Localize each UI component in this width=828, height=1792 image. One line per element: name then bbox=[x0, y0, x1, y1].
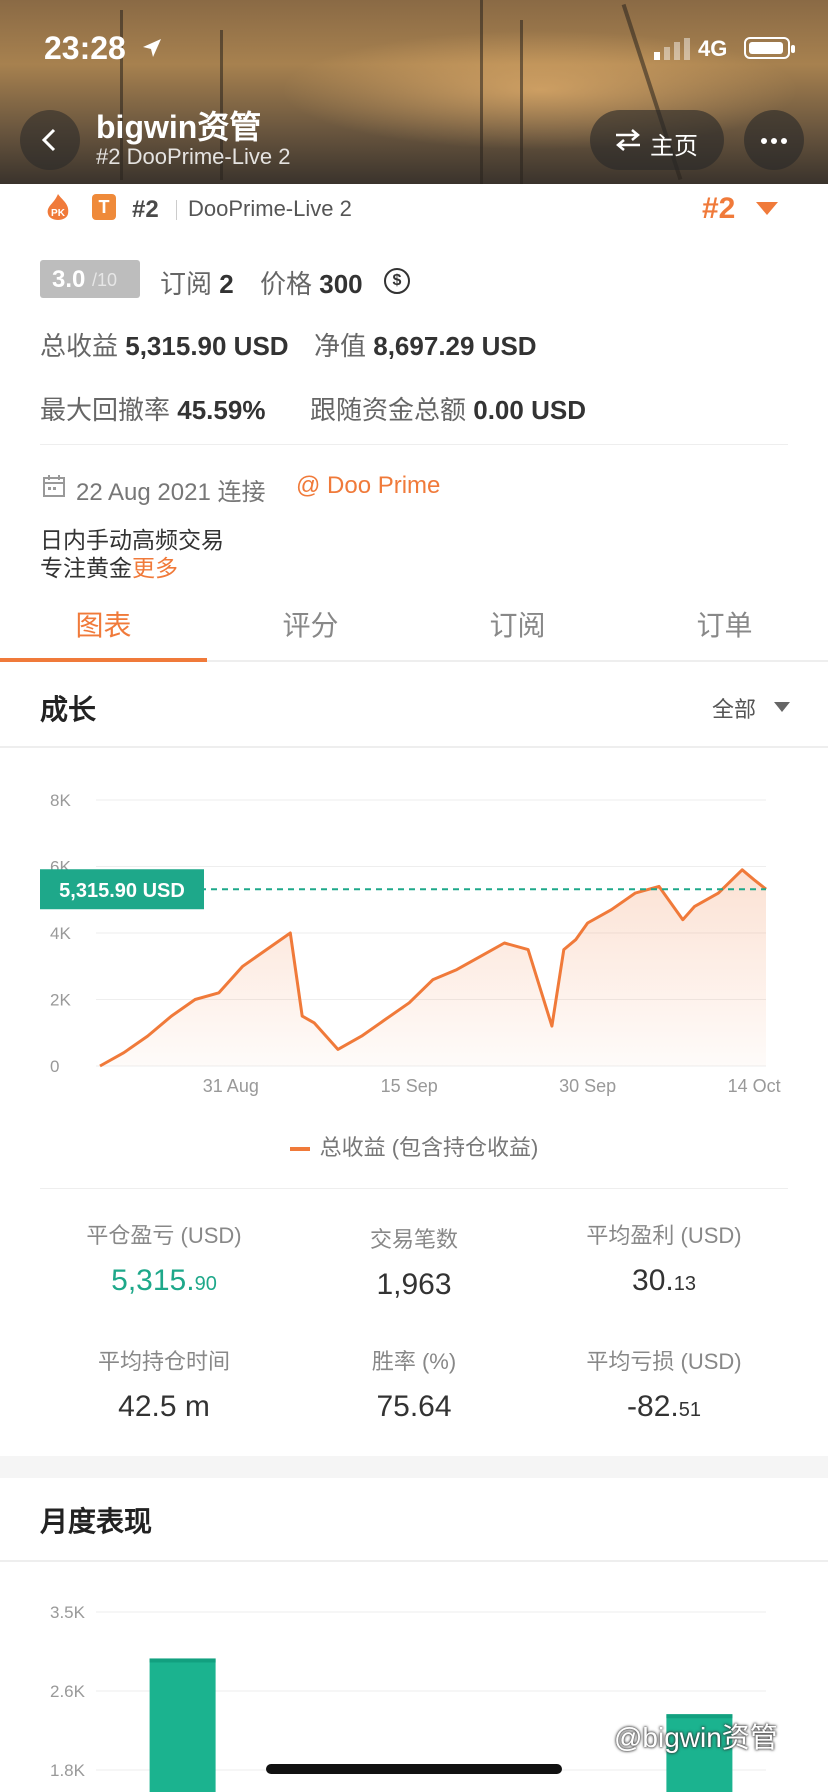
growth-title: 成长 bbox=[40, 694, 97, 725]
legend-label: 总收益 (包含持仓收益) bbox=[319, 1135, 539, 1160]
score-badge: 3.0 /10 bbox=[40, 260, 140, 298]
caret-down-icon[interactable] bbox=[774, 702, 790, 712]
growth-chart-svg: 8K6K4K2K031 Aug 15 Sep 30 Sep 14 Oct5,315.9… bbox=[40, 791, 781, 1096]
stat-avg-hold-time: 平均持仓时间 42.5 m bbox=[97, 1349, 230, 1423]
divider bbox=[176, 200, 177, 220]
connect-row: 22 Aug 2021 连接 @ Doo Prime bbox=[40, 470, 800, 506]
price: 价格 300 bbox=[260, 269, 363, 299]
caret-down-icon[interactable] bbox=[756, 202, 778, 215]
account-name: DooPrime-Live 2 bbox=[188, 196, 352, 221]
section-separator bbox=[0, 1456, 828, 1478]
stat-avg-profit: 平均盈利 (USD) 30.13 bbox=[586, 1223, 742, 1297]
status-time: 23:28 bbox=[44, 30, 126, 66]
status-bar: 23:28 4G bbox=[0, 0, 828, 100]
y-tick-label: 0 bbox=[50, 1057, 59, 1076]
divider bbox=[40, 1188, 788, 1189]
stat-closed-pnl: 平仓盈亏 (USD) 5,315.90 bbox=[86, 1223, 242, 1297]
x-tick-label: 14 Oct bbox=[728, 1076, 781, 1096]
tab-orders[interactable]: 订单 bbox=[621, 604, 828, 644]
monthly-header: 月度表现 bbox=[0, 1478, 828, 1562]
max-drawdown: 最大回撤率 45.59% bbox=[40, 395, 266, 425]
svg-text:PK: PK bbox=[51, 208, 66, 219]
equity: 净值 8,697.29 USD bbox=[314, 331, 537, 361]
y-tick-label: 1.8K bbox=[50, 1761, 86, 1780]
trader-badge: T bbox=[92, 194, 116, 220]
total-profit: 总收益 5,315.90 USD bbox=[40, 331, 289, 361]
account-header-row: PK T #2 DooPrime-Live 2 #2 bbox=[0, 190, 828, 230]
page-subtitle: #2 DooPrime-Live 2 bbox=[96, 144, 291, 169]
growth-header: 成长 全部 bbox=[0, 664, 828, 748]
watermark: @bigwin资管 bbox=[614, 1722, 778, 1753]
legend-swatch bbox=[289, 1147, 310, 1152]
network-type: 4G bbox=[698, 36, 728, 61]
y-tick-label: 8K bbox=[50, 791, 71, 810]
more-link[interactable]: 更多 bbox=[132, 555, 178, 581]
y-tick-label: 2.6K bbox=[50, 1682, 86, 1701]
range-filter[interactable]: 全部 bbox=[712, 692, 756, 724]
home-button-label: 主页 bbox=[650, 133, 698, 160]
stat-win-rate: 胜率 (%) 75.64 bbox=[371, 1349, 457, 1423]
home-button[interactable]: 主页 bbox=[590, 110, 724, 170]
location-icon bbox=[143, 39, 161, 57]
broker-link[interactable]: @ Doo Prime bbox=[296, 472, 440, 500]
stat-avg-loss: 平均亏损 (USD) -82.51 bbox=[586, 1349, 742, 1423]
x-tick-label: 31 Aug bbox=[203, 1076, 259, 1096]
more-menu-button[interactable] bbox=[744, 110, 804, 170]
battery-icon bbox=[744, 37, 795, 59]
tab-subscribe[interactable]: 订阅 bbox=[414, 604, 621, 644]
subscribe-count: 订阅 2 bbox=[160, 269, 234, 299]
stats-grid: 平仓盈亏 (USD) 5,315.90 交易笔数 1,963 平均盈利 (USD… bbox=[0, 1218, 828, 1448]
monthly-chart-svg: 3.5K 2.6K 1.8K bbox=[50, 1603, 766, 1792]
monthly-bar-top bbox=[149, 1658, 216, 1663]
page-title: bigwin资管 bbox=[96, 109, 262, 145]
score-subscribe-row: 3.0 /10 订阅 2 价格 300 $ bbox=[40, 260, 800, 300]
y-tick-label: 2K bbox=[50, 991, 71, 1010]
rank-dropdown-label[interactable]: #2 bbox=[702, 192, 735, 226]
monthly-title: 月度表现 bbox=[40, 1506, 153, 1537]
home-indicator[interactable] bbox=[266, 1764, 562, 1774]
stat-trade-count: 交易笔数 1,963 bbox=[369, 1227, 458, 1301]
swap-icon bbox=[616, 129, 640, 151]
coin-icon: $ bbox=[384, 268, 410, 294]
rank-label: #2 bbox=[132, 196, 159, 223]
y-tick-label: 3.5K bbox=[50, 1603, 86, 1622]
chevron-left-icon bbox=[41, 128, 56, 152]
strategy-description: 日内手动高频交易 专注黄金更多 bbox=[40, 527, 224, 581]
tab-chart[interactable]: 图表 bbox=[0, 604, 207, 644]
monthly-chart: 3.5K 2.6K 1.8K bbox=[0, 1560, 828, 1792]
chart-legend: 总收益 (包含持仓收益) bbox=[0, 1130, 828, 1162]
x-tick-label: 30 Sep bbox=[559, 1076, 616, 1096]
growth-chart: 8K 6K 4K 2K 0 31 Aug 15 Sep 30 Sep 14 Oct 5,315.9… bbox=[0, 760, 828, 1150]
active-tab-indicator bbox=[0, 658, 207, 662]
signal-icon bbox=[654, 38, 690, 60]
x-tick-label: 15 Sep bbox=[381, 1076, 438, 1096]
divider bbox=[40, 444, 788, 445]
monthly-bar bbox=[149, 1658, 216, 1792]
current-value-label: 5,315.90 USD bbox=[59, 880, 185, 902]
tab-bar: 图表 评分 订阅 订单 bbox=[0, 594, 828, 662]
follow-total: 跟随资金总额 0.00 USD bbox=[310, 395, 586, 425]
calendar-icon bbox=[43, 475, 65, 497]
back-button[interactable] bbox=[20, 110, 80, 170]
more-dots-icon bbox=[761, 138, 767, 144]
tab-rating[interactable]: 评分 bbox=[207, 604, 414, 644]
y-tick-label: 4K bbox=[50, 924, 71, 943]
pk-flame-icon: PK bbox=[47, 194, 69, 220]
connect-date: 22 Aug 2021 连接 bbox=[76, 479, 266, 506]
